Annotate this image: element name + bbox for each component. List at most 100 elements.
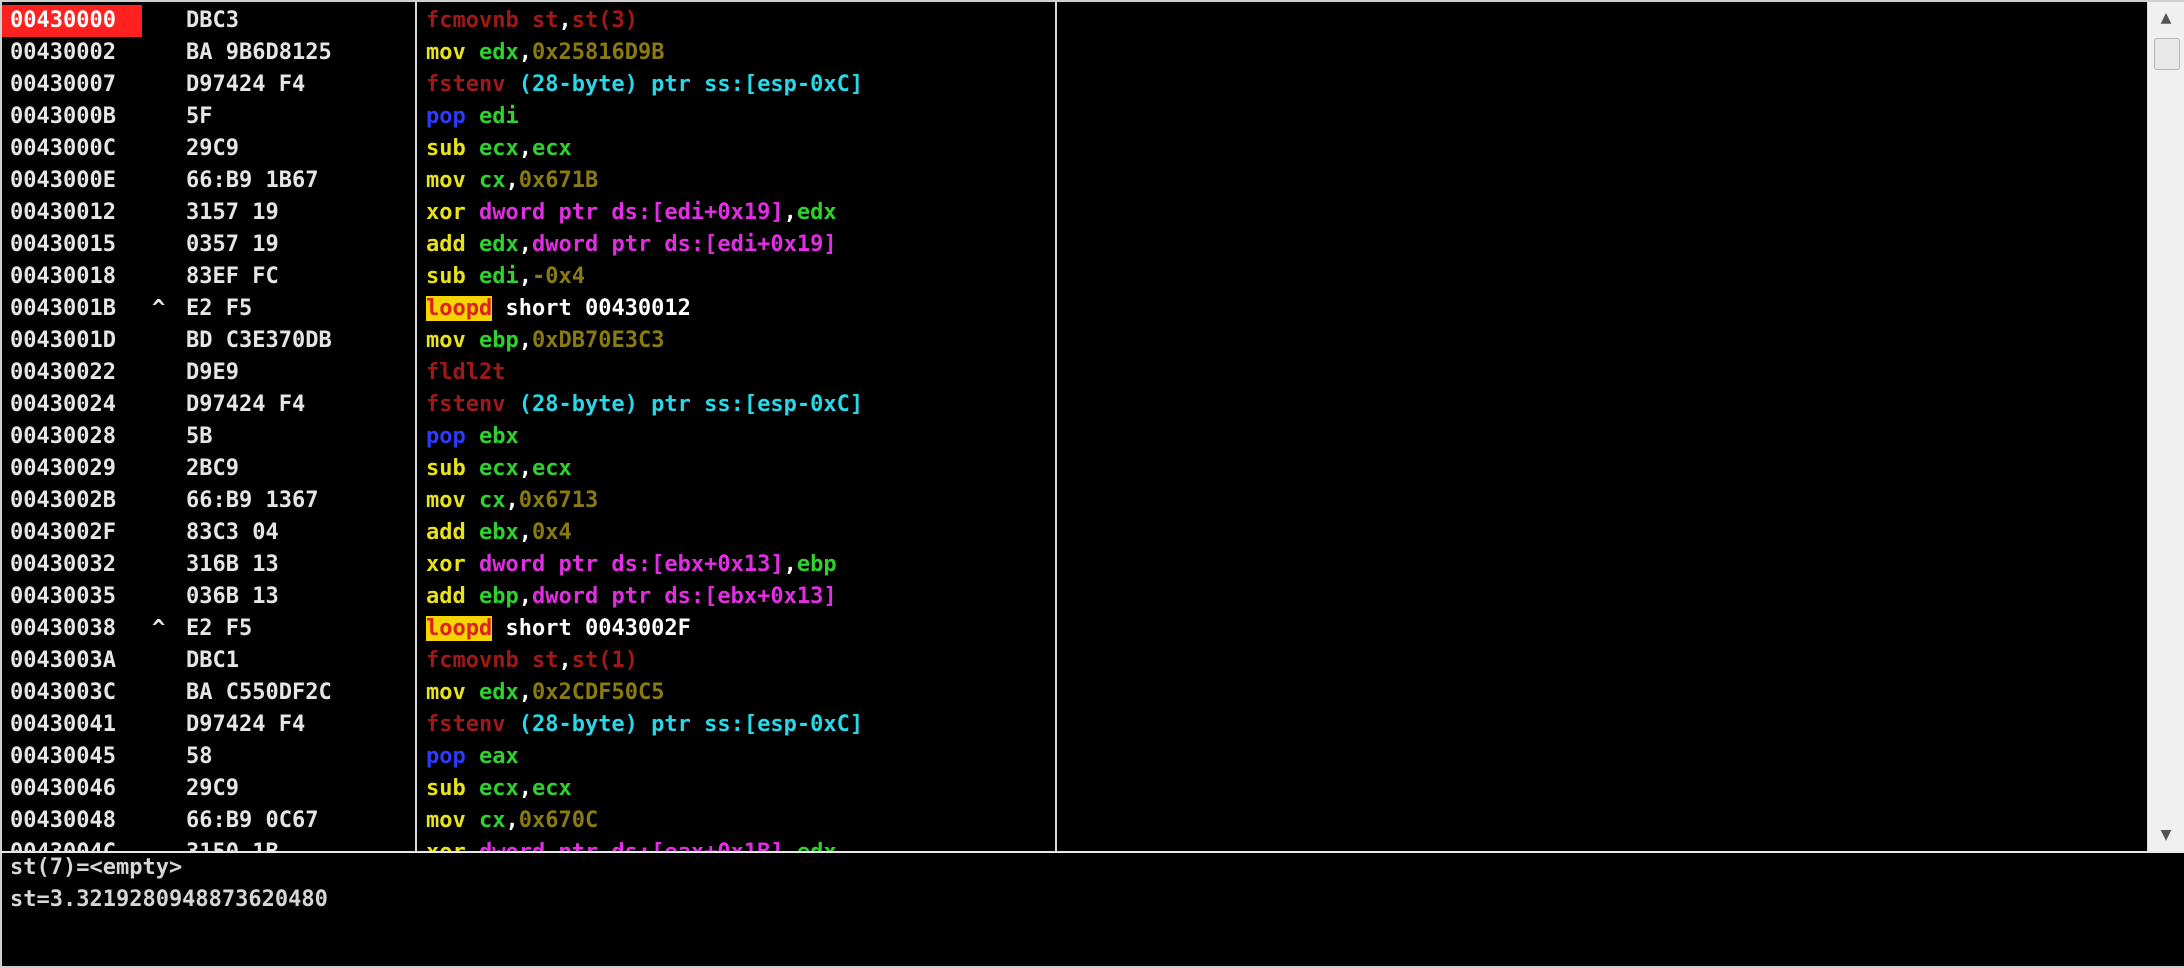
disasm-row[interactable]: 0043001B ^ E2 F5 loopd short 00430012 — [2, 293, 2146, 325]
instruction-token: , — [783, 552, 797, 577]
instruction-token: edx — [478, 680, 519, 705]
row-address: 00430022 — [10, 360, 116, 385]
disasm-row[interactable]: 0043003A DBC1 fcmovnb st,st(1) — [2, 645, 2146, 677]
instruction-token: mov — [426, 808, 479, 833]
row-bytes: D97424 F4 — [186, 72, 306, 97]
instruction-token: xor — [426, 200, 479, 225]
disasm-row[interactable]: 00430029 2BC9 sub ecx,ecx — [2, 453, 2146, 485]
disasm-row[interactable]: 0043000E 66:B9 1B67 mov cx,0x671B — [2, 165, 2146, 197]
row-address: 00430015 — [10, 232, 116, 257]
row-address: 0043000B — [10, 104, 116, 129]
instruction-token: mov — [426, 168, 479, 193]
disasm-row[interactable]: 00430032 316B 13 xor dword ptr ds:[ebx+0x1… — [2, 549, 2146, 581]
disasm-row[interactable]: 0043003C BA C550DF2C mov edx,0x2CDF50C5 — [2, 677, 2146, 709]
instruction-token: cx — [478, 488, 506, 513]
row-bytes: 29C9 — [186, 136, 239, 161]
row-address: 0043003A — [10, 648, 116, 673]
disasm-row[interactable]: 00430000 DBC3 fcmovnb st,st(3) — [2, 5, 2146, 37]
row-instruction: mov edx,0x2CDF50C5 — [426, 677, 664, 709]
disasm-row[interactable]: 00430024 D97424 F4 fstenv (28-byte) ptr ss… — [2, 389, 2146, 421]
instruction-token: add — [426, 232, 479, 257]
row-address: 00430024 — [10, 392, 116, 417]
row-address: 00430035 — [10, 584, 116, 609]
disasm-row[interactable]: 00430002 BA 9B6D8125 mov edx,0x25816D9B — [2, 37, 2146, 69]
disasm-row[interactable]: 0043000C 29C9 sub ecx,ecx — [2, 133, 2146, 165]
instruction-token: short 00430012 — [492, 296, 691, 321]
row-bytes: D97424 F4 — [186, 712, 306, 737]
row-address: 00430028 — [10, 424, 116, 449]
instruction-token: ecx — [531, 456, 572, 481]
row-address: 0043004C — [10, 837, 142, 851]
instruction-token: xor — [426, 552, 479, 577]
disasm-row[interactable]: 00430046 29C9 sub ecx,ecx — [2, 773, 2146, 805]
row-address: 00430002 — [10, 40, 116, 65]
instruction-token: mov — [426, 40, 479, 65]
scroll-thumb[interactable] — [2154, 38, 2180, 70]
instruction-token: fstenv — [426, 712, 519, 737]
row-bytes: 29C9 — [186, 776, 239, 801]
instruction-token: , — [518, 40, 532, 65]
row-bytes: 5B — [186, 424, 213, 449]
row-bytes: 83EF FC — [186, 264, 279, 289]
instruction-token: 0x2CDF50C5 — [531, 680, 665, 705]
disasm-row[interactable]: 00430041 D97424 F4 fstenv (28-byte) ptr ss… — [2, 709, 2146, 741]
instruction-token: dword ptr ds:[eax+0x1B] — [479, 840, 784, 851]
disasm-row[interactable]: 0043002F 83C3 04 add ebx,0x4 — [2, 517, 2146, 549]
instruction-token: (28-byte) ptr ss:[esp-0xC] — [518, 72, 864, 97]
instruction-token: 0x6713 — [518, 488, 599, 513]
instruction-token: , — [558, 8, 572, 33]
instruction-token: edi — [478, 264, 519, 289]
disasm-row[interactable]: 0043001D BD C3E370DB mov ebp,0xDB70E3C3 — [2, 325, 2146, 357]
scroll-down-arrow-icon[interactable]: ▼ — [2148, 821, 2184, 849]
row-address: 00430007 — [10, 72, 116, 97]
instruction-token: cx — [478, 808, 506, 833]
row-instruction: fstenv (28-byte) ptr ss:[esp-0xC] — [426, 389, 863, 421]
disasm-row[interactable]: 00430048 66:B9 0C67 mov cx,0x670C — [2, 805, 2146, 837]
disassembly-pane[interactable]: 00430000 DBC3 fcmovnb st,st(3) 00430002 BA 9… — [0, 0, 2184, 851]
row-instruction: fcmovnb st,st(3) — [426, 5, 638, 37]
instruction-token: ecx — [478, 776, 519, 801]
disasm-row[interactable]: 00430038 ^ E2 F5 loopd short 0043002F — [2, 613, 2146, 645]
disasm-row[interactable]: 0043002B 66:B9 1367 mov cx,0x6713 — [2, 485, 2146, 517]
row-address: 0043002B — [10, 488, 116, 513]
row-address: 00430041 — [10, 712, 116, 737]
row-address: 00430032 — [10, 552, 116, 577]
instruction-token: , — [518, 232, 532, 257]
vertical-scrollbar[interactable]: ▲ ▼ — [2147, 2, 2184, 851]
instruction-token: , — [518, 520, 532, 545]
disasm-row[interactable]: 0043000B 5F pop edi — [2, 101, 2146, 133]
disasm-row[interactable]: 00430015 0357 19 add edx,dword ptr ds:[edi… — [2, 229, 2146, 261]
disasm-row[interactable]: 00430012 3157 19 xor dword ptr ds:[edi+0x1… — [2, 197, 2146, 229]
disasm-row[interactable]: 00430022 D9E9 fldl2t — [2, 357, 2146, 389]
instruction-token: mov — [426, 680, 479, 705]
info-pane[interactable]: st(7)=<empty> st=3.3219280948873620480 — [0, 851, 2184, 968]
row-address: 00430000 — [2, 5, 142, 37]
row-instruction: mov cx,0x671B — [426, 165, 598, 197]
disasm-row[interactable]: 00430028 5B pop ebx — [2, 421, 2146, 453]
row-bytes: 0357 19 — [186, 232, 279, 257]
disasm-row[interactable]: 0043004C 3150 1B xor dword ptr ds:[eax+0x1… — [2, 837, 2146, 851]
row-instruction: fstenv (28-byte) ptr ss:[esp-0xC] — [426, 709, 863, 741]
instruction-token: (28-byte) ptr ss:[esp-0xC] — [518, 712, 864, 737]
disasm-row[interactable]: 00430045 58 pop eax — [2, 741, 2146, 773]
row-bytes: DBC1 — [186, 648, 239, 673]
row-instruction: fldl2t — [426, 357, 505, 389]
row-address: 0043000C — [10, 136, 116, 161]
disasm-row[interactable]: 00430007 D97424 F4 fstenv (28-byte) ptr ss… — [2, 69, 2146, 101]
scroll-up-arrow-icon[interactable]: ▲ — [2148, 4, 2184, 32]
jump-indicator-icon: ^ — [152, 616, 166, 641]
row-bytes: 66:B9 1367 — [186, 488, 319, 513]
row-instruction: loopd short 0043002F — [426, 613, 691, 645]
row-instruction: loopd short 00430012 — [426, 293, 691, 325]
disassembly-rows: 00430000 DBC3 fcmovnb st,st(3) 00430002 BA 9… — [2, 5, 2146, 851]
instruction-token: edx — [478, 232, 519, 257]
instruction-token: sub — [426, 776, 479, 801]
instruction-token: -0x4 — [531, 264, 585, 289]
instruction-token: pop — [426, 104, 479, 129]
instruction-token: , — [784, 840, 797, 851]
disasm-row[interactable]: 00430018 83EF FC sub edi,-0x4 — [2, 261, 2146, 293]
instruction-token: , — [518, 328, 532, 353]
disasm-row[interactable]: 00430035 036B 13 add ebp,dword ptr ds:[ebx… — [2, 581, 2146, 613]
instruction-token: st(3) — [571, 8, 638, 33]
row-instruction: fstenv (28-byte) ptr ss:[esp-0xC] — [426, 69, 863, 101]
